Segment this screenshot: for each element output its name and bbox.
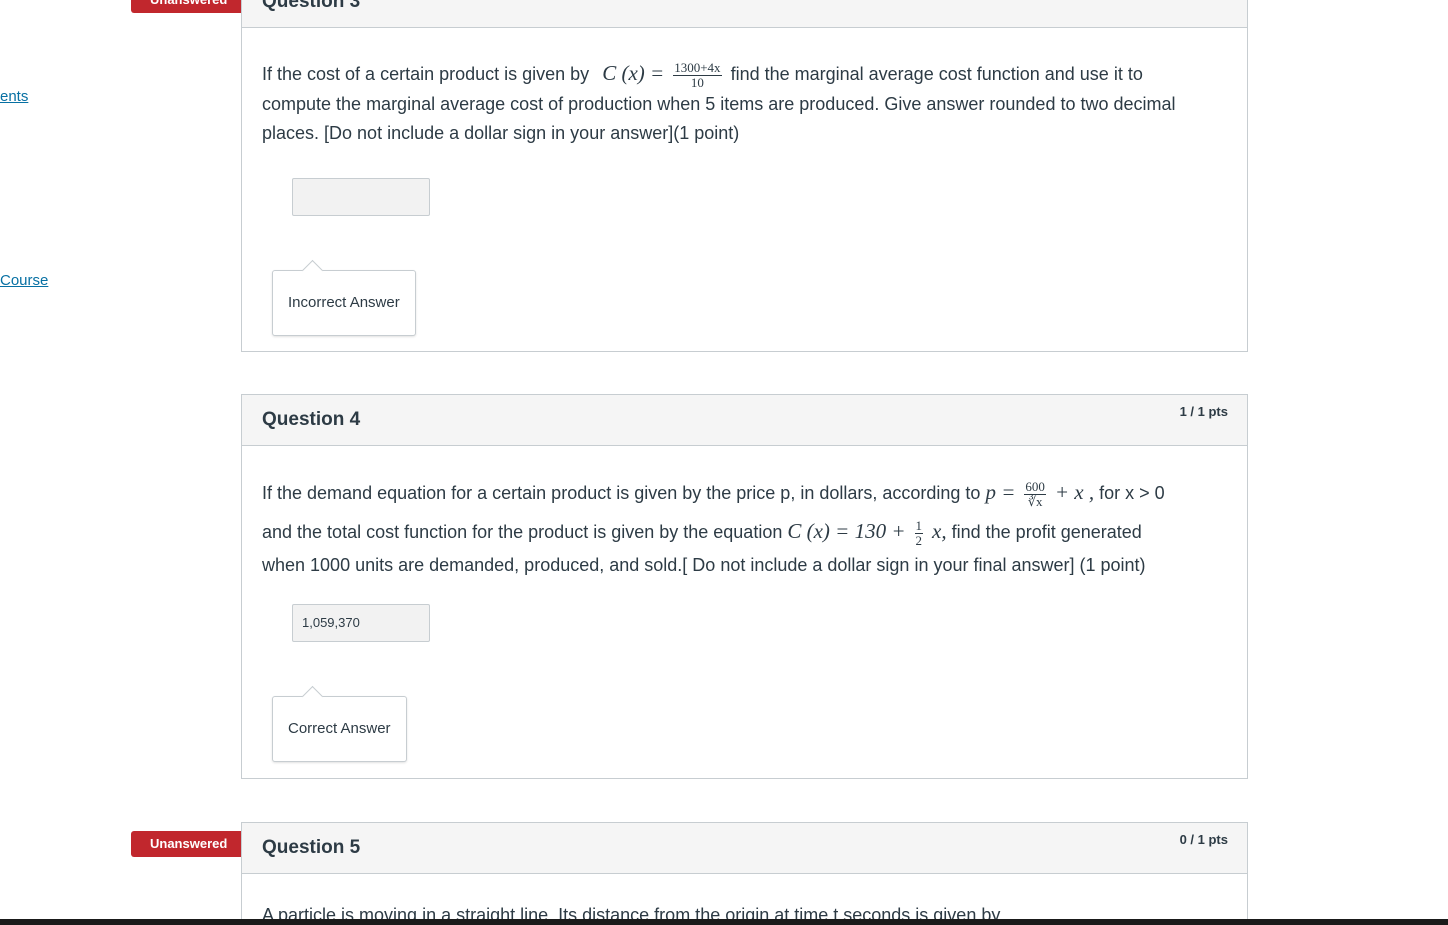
question-4-text: If the demand equation for a certain pro… bbox=[262, 473, 1217, 580]
q4-text-line3: when 1000 units are demanded, produced, … bbox=[262, 555, 1146, 575]
q4-text-a: If the demand equation for a certain pro… bbox=[262, 483, 981, 503]
q4-c-denominator: 2 bbox=[915, 532, 923, 548]
q3-formula-denominator: 10 bbox=[690, 74, 704, 90]
question-3-text: If the cost of a certain product is give… bbox=[262, 59, 1217, 148]
sidebar-link-course[interactable]: Course bbox=[0, 272, 48, 289]
question-4-title: Question 4 bbox=[262, 409, 361, 430]
q4-p-fraction: 600 ∛x bbox=[1024, 478, 1046, 509]
q3-formula-numerator: 1300+4x bbox=[673, 59, 722, 76]
q4-line2-b: find the profit generated bbox=[951, 522, 1142, 542]
question-3-title: Question 3 bbox=[262, 0, 361, 12]
q4-c-numerator: 1 bbox=[914, 517, 924, 534]
q3-formula-lhs: C (x) = bbox=[602, 61, 665, 85]
question-3-header: Question 3 bbox=[242, 0, 1247, 28]
sidebar-link-assignments[interactable]: ents bbox=[0, 88, 28, 105]
question-5-header: Question 5 0 / 1 pts bbox=[242, 823, 1247, 874]
question-5-title: Question 5 bbox=[262, 837, 361, 858]
correct-answer-label: Correct Answer bbox=[272, 696, 407, 762]
answer-input[interactable]: 1,059,370 bbox=[292, 604, 430, 642]
question-3-card: Question 3 If the cost of a certain prod… bbox=[241, 0, 1248, 352]
q4-p-denominator: ∛x bbox=[1027, 493, 1043, 509]
q4-p-numerator: 600 bbox=[1024, 478, 1046, 495]
unanswered-badge: Unanswered bbox=[131, 0, 257, 13]
q4-c-eq: C (x) = 130 + bbox=[787, 519, 906, 543]
q4-p-plus: + x , bbox=[1054, 480, 1095, 504]
question-5-card: Question 5 0 / 1 pts A particle is movin… bbox=[241, 822, 1248, 925]
question-4-points: 1 / 1 pts bbox=[1179, 404, 1228, 419]
question-4-header: Question 4 1 / 1 pts bbox=[242, 395, 1247, 446]
incorrect-answer-label: Incorrect Answer bbox=[272, 270, 416, 336]
q3-text-b: find the marginal average cost function … bbox=[730, 64, 1143, 84]
question-4-card: Question 4 1 / 1 pts If the demand equat… bbox=[241, 394, 1248, 779]
q3-text-a: If the cost of a certain product is give… bbox=[262, 64, 590, 84]
q4-c-fraction: 1 2 bbox=[914, 517, 924, 548]
q4-text-b: for x > 0 bbox=[1099, 483, 1165, 503]
q3-text-line3: places. [Do not include a dollar sign in… bbox=[262, 122, 740, 143]
answer-input[interactable] bbox=[292, 178, 430, 216]
q4-c-x: x, bbox=[932, 519, 947, 543]
window-bottom-edge bbox=[0, 919, 1448, 925]
unanswered-badge: Unanswered bbox=[131, 831, 257, 857]
question-5-points: 0 / 1 pts bbox=[1179, 832, 1228, 847]
q4-p-eq: p = bbox=[985, 480, 1016, 504]
q3-formula-fraction: 1300+4x 10 bbox=[673, 59, 722, 90]
q4-line2-a: and the total cost function for the prod… bbox=[262, 522, 783, 542]
q3-text-line2: compute the marginal average cost of pro… bbox=[262, 93, 1176, 114]
